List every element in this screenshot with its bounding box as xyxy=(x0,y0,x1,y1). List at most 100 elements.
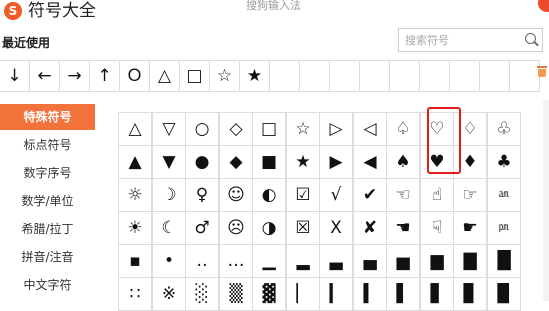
symbol-cell[interactable]: ☽ xyxy=(152,178,186,212)
symbol-cell[interactable]: ▽ xyxy=(152,112,186,146)
symbol-cell[interactable]: ☜ xyxy=(386,178,420,212)
symbol-cell[interactable]: ▊ xyxy=(453,277,487,311)
symbol-cell[interactable]: ▪ xyxy=(118,244,152,278)
symbol-cell[interactable]: ◑ xyxy=(252,211,286,245)
symbol-cell[interactable]: ▍ xyxy=(353,277,387,311)
symbol-cell[interactable]: ★ xyxy=(286,145,320,179)
recent-symbol-cell[interactable]: ★ xyxy=(240,61,270,91)
sidebar-category-item[interactable]: 中文字符 xyxy=(0,272,95,298)
symbol-cell[interactable]: ▆ xyxy=(420,244,454,278)
recent-symbol-cell[interactable] xyxy=(300,61,330,91)
symbol-cell[interactable]: ☒ xyxy=(286,211,320,245)
symbol-cell[interactable]: ♣ xyxy=(487,145,521,179)
symbol-cell[interactable]: ▃ xyxy=(319,244,353,278)
symbol-cell[interactable]: ◀ xyxy=(353,145,387,179)
symbol-cell[interactable]: ㏘ xyxy=(487,211,521,245)
symbol-cell[interactable]: ▓ xyxy=(252,277,286,311)
symbol-cell[interactable]: √ xyxy=(319,178,353,212)
symbol-cell[interactable]: ▁ xyxy=(252,244,286,278)
sidebar-category-item[interactable]: 希腊/拉丁 xyxy=(0,216,95,242)
recent-symbols-row: ↓ ← → ↑ Ｏ △ □ ☆ ★ xyxy=(0,60,540,92)
symbol-cell[interactable]: ░ xyxy=(185,277,219,311)
recent-symbol-cell[interactable] xyxy=(390,61,420,91)
symbol-cell[interactable]: ▒ xyxy=(219,277,253,311)
search-icon[interactable] xyxy=(525,33,536,44)
search-input[interactable] xyxy=(399,29,523,51)
symbol-cell[interactable]: ☼ xyxy=(118,178,152,212)
symbol-cell[interactable]: ☝ xyxy=(420,178,454,212)
symbol-cell[interactable]: ♠ xyxy=(386,145,420,179)
search-box[interactable] xyxy=(398,28,543,52)
symbol-cell[interactable]: ■ xyxy=(252,145,286,179)
sidebar-category-item[interactable]: 特殊符号 xyxy=(0,104,95,130)
sidebar-category-item[interactable]: 数学/单位 xyxy=(0,188,95,214)
symbol-cell[interactable]: ▎ xyxy=(319,277,353,311)
sidebar-category-item[interactable]: 数字序号 xyxy=(0,160,95,186)
symbol-cell[interactable]: ☞ xyxy=(453,178,487,212)
recent-symbol-cell[interactable] xyxy=(510,61,540,91)
symbol-cell[interactable]: ☹ xyxy=(219,211,253,245)
symbol-cell[interactable]: ▂ xyxy=(286,244,320,278)
recent-symbol-cell[interactable]: ↑ xyxy=(90,61,120,91)
symbol-cell[interactable]: ▅ xyxy=(386,244,420,278)
symbol-cell[interactable]: ☑ xyxy=(286,178,320,212)
recent-symbol-cell[interactable]: ← xyxy=(30,61,60,91)
symbol-cell[interactable]: ◆ xyxy=(219,145,253,179)
recent-symbol-cell[interactable] xyxy=(480,61,510,91)
symbol-cell[interactable]: ◇ xyxy=(219,112,253,146)
recent-symbol-cell[interactable] xyxy=(420,61,450,91)
recent-symbol-cell[interactable] xyxy=(450,61,480,91)
symbol-cell[interactable]: ▉ xyxy=(487,277,521,311)
recent-symbol-cell[interactable]: □ xyxy=(180,61,210,91)
recent-symbol-cell[interactable]: ☆ xyxy=(210,61,240,91)
symbol-cell[interactable]: ☆ xyxy=(286,112,320,146)
symbol-cell[interactable]: • xyxy=(152,244,186,278)
symbol-cell[interactable]: ∷ xyxy=(118,277,152,311)
symbol-cell[interactable]: ☾ xyxy=(152,211,186,245)
symbol-cell[interactable]: ✔ xyxy=(353,178,387,212)
symbol-cell[interactable]: ♂ xyxy=(185,211,219,245)
symbol-cell[interactable]: ▏ xyxy=(286,277,320,311)
symbol-cell[interactable]: □ xyxy=(252,112,286,146)
recent-symbol-cell[interactable]: △ xyxy=(150,61,180,91)
symbol-cell[interactable]: ▷ xyxy=(319,112,353,146)
symbol-cell[interactable]: ♧ xyxy=(487,112,521,146)
symbol-cell[interactable]: △ xyxy=(118,112,152,146)
symbol-cell[interactable]: ☛ xyxy=(453,211,487,245)
recent-symbol-cell[interactable] xyxy=(360,61,390,91)
scrollbar[interactable] xyxy=(543,100,549,301)
symbol-cell[interactable]: ㏂ xyxy=(487,178,521,212)
symbol-cell[interactable]: … xyxy=(219,244,253,278)
symbol-cell[interactable]: ※ xyxy=(152,277,186,311)
symbol-cell[interactable]: ☟ xyxy=(420,211,454,245)
symbol-cell[interactable]: █ xyxy=(487,244,521,278)
symbol-cell[interactable]: ☚ xyxy=(386,211,420,245)
symbol-cell[interactable]: Ⅹ xyxy=(319,211,353,245)
symbol-cell[interactable]: ▲ xyxy=(118,145,152,179)
symbol-cell[interactable]: ♀ xyxy=(185,178,219,212)
symbol-cell[interactable]: ● xyxy=(185,145,219,179)
symbol-cell[interactable]: ◐ xyxy=(252,178,286,212)
symbol-cell[interactable]: ☀ xyxy=(118,211,152,245)
sidebar-category-item[interactable]: 标点符号 xyxy=(0,132,95,158)
close-icon[interactable] xyxy=(538,0,549,12)
recent-symbol-cell[interactable] xyxy=(270,61,300,91)
symbol-cell[interactable]: ‥ xyxy=(185,244,219,278)
recent-symbol-cell[interactable] xyxy=(330,61,360,91)
symbol-cell[interactable]: ○ xyxy=(185,112,219,146)
symbol-cell[interactable]: ▶ xyxy=(319,145,353,179)
recent-symbol-cell[interactable]: → xyxy=(60,61,90,91)
symbol-cell[interactable]: ◁ xyxy=(353,112,387,146)
recent-symbol-cell[interactable]: ↓ xyxy=(0,61,30,91)
symbol-cell[interactable]: ☺ xyxy=(219,178,253,212)
symbol-cell[interactable]: ▌ xyxy=(386,277,420,311)
symbol-cell[interactable]: ♤ xyxy=(386,112,420,146)
symbol-cell[interactable]: ▼ xyxy=(152,145,186,179)
symbol-cell[interactable]: ✘ xyxy=(353,211,387,245)
symbol-cell[interactable]: ▋ xyxy=(420,277,454,311)
trash-icon[interactable] xyxy=(537,66,547,77)
symbol-cell[interactable]: ▄ xyxy=(353,244,387,278)
recent-symbol-cell[interactable]: Ｏ xyxy=(120,61,150,91)
sidebar-category-item[interactable]: 拼音/注音 xyxy=(0,244,95,270)
symbol-cell[interactable]: ▇ xyxy=(453,244,487,278)
